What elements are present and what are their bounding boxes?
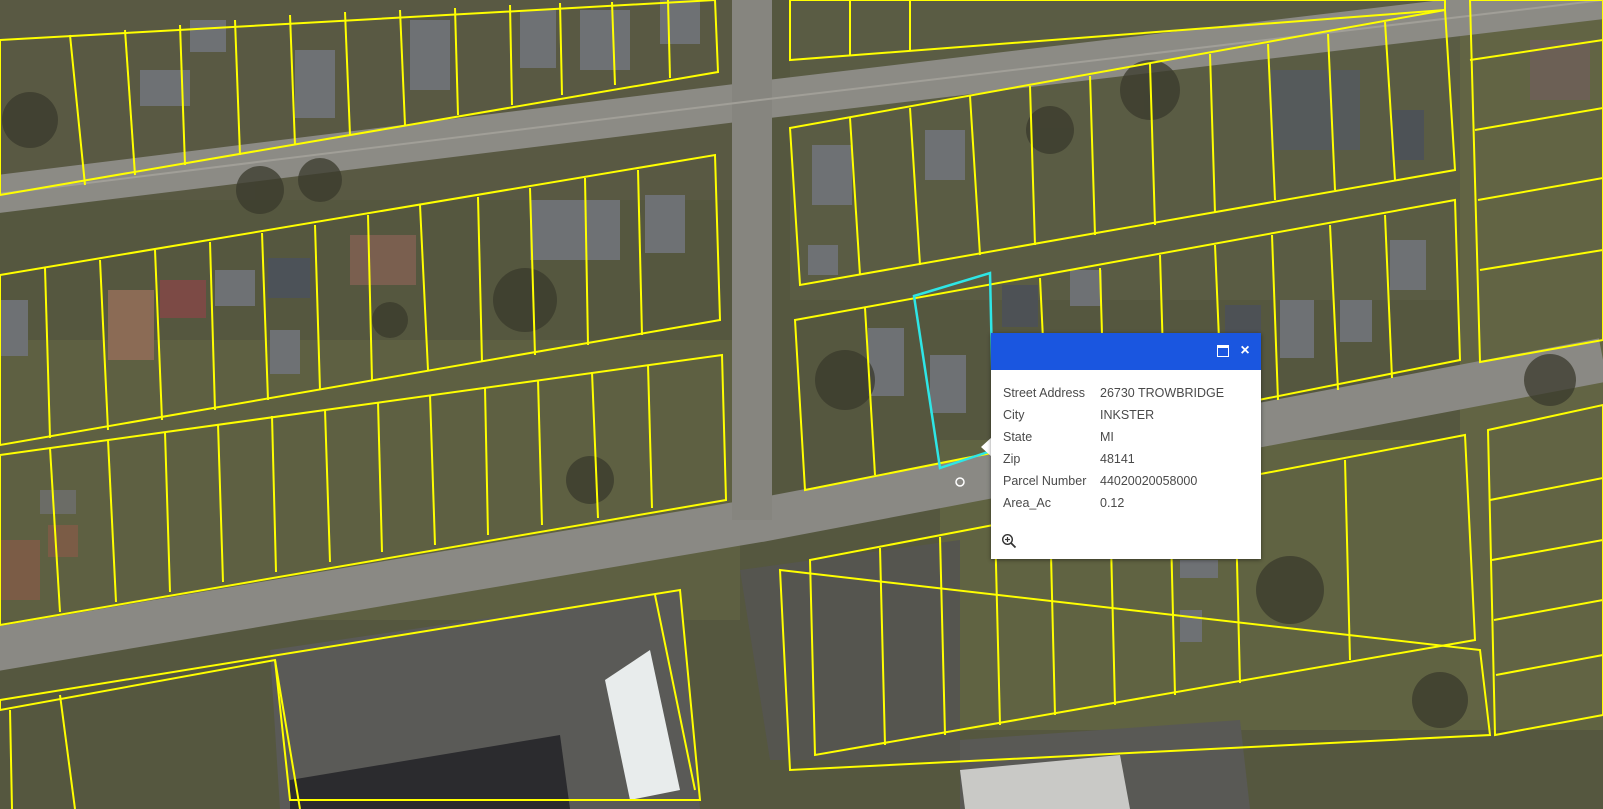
feature-popup: × Street Address 26730 TROWBRIDGE City I… bbox=[991, 333, 1261, 559]
attribute-row: Area_Ac 0.12 bbox=[1003, 492, 1224, 514]
attribute-row: Zip 48141 bbox=[1003, 448, 1224, 470]
zoom-in-icon[interactable] bbox=[1001, 533, 1017, 549]
attribute-label: Zip bbox=[1003, 452, 1021, 466]
attribute-value: 26730 TROWBRIDGE bbox=[1100, 386, 1225, 400]
attribute-value: 48141 bbox=[1100, 452, 1135, 466]
attribute-label: Street Address bbox=[1003, 386, 1085, 400]
attribute-value: 44020020058000 bbox=[1100, 474, 1198, 488]
maximize-icon[interactable] bbox=[1214, 342, 1232, 360]
attribute-row: Parcel Number 44020020058000 bbox=[1003, 470, 1224, 492]
attribute-label: City bbox=[1003, 408, 1025, 422]
map-view[interactable] bbox=[0, 0, 1603, 809]
attribute-row: Street Address 26730 TROWBRIDGE bbox=[1003, 382, 1224, 404]
attribute-label: Area_Ac bbox=[1003, 496, 1051, 510]
popup-header: × bbox=[991, 333, 1261, 370]
attribute-label: State bbox=[1003, 430, 1033, 444]
attribute-row: City INKSTER bbox=[1003, 404, 1224, 426]
attribute-table: Street Address 26730 TROWBRIDGE City INK… bbox=[1003, 382, 1224, 514]
popup-body: Street Address 26730 TROWBRIDGE City INK… bbox=[991, 370, 1261, 514]
close-icon[interactable]: × bbox=[1236, 342, 1254, 360]
attribute-value: MI bbox=[1100, 430, 1114, 444]
attribute-value: INKSTER bbox=[1100, 408, 1155, 422]
attribute-label: Parcel Number bbox=[1003, 474, 1087, 488]
attribute-row: State MI bbox=[1003, 426, 1224, 448]
attribute-value: 0.12 bbox=[1100, 496, 1125, 510]
